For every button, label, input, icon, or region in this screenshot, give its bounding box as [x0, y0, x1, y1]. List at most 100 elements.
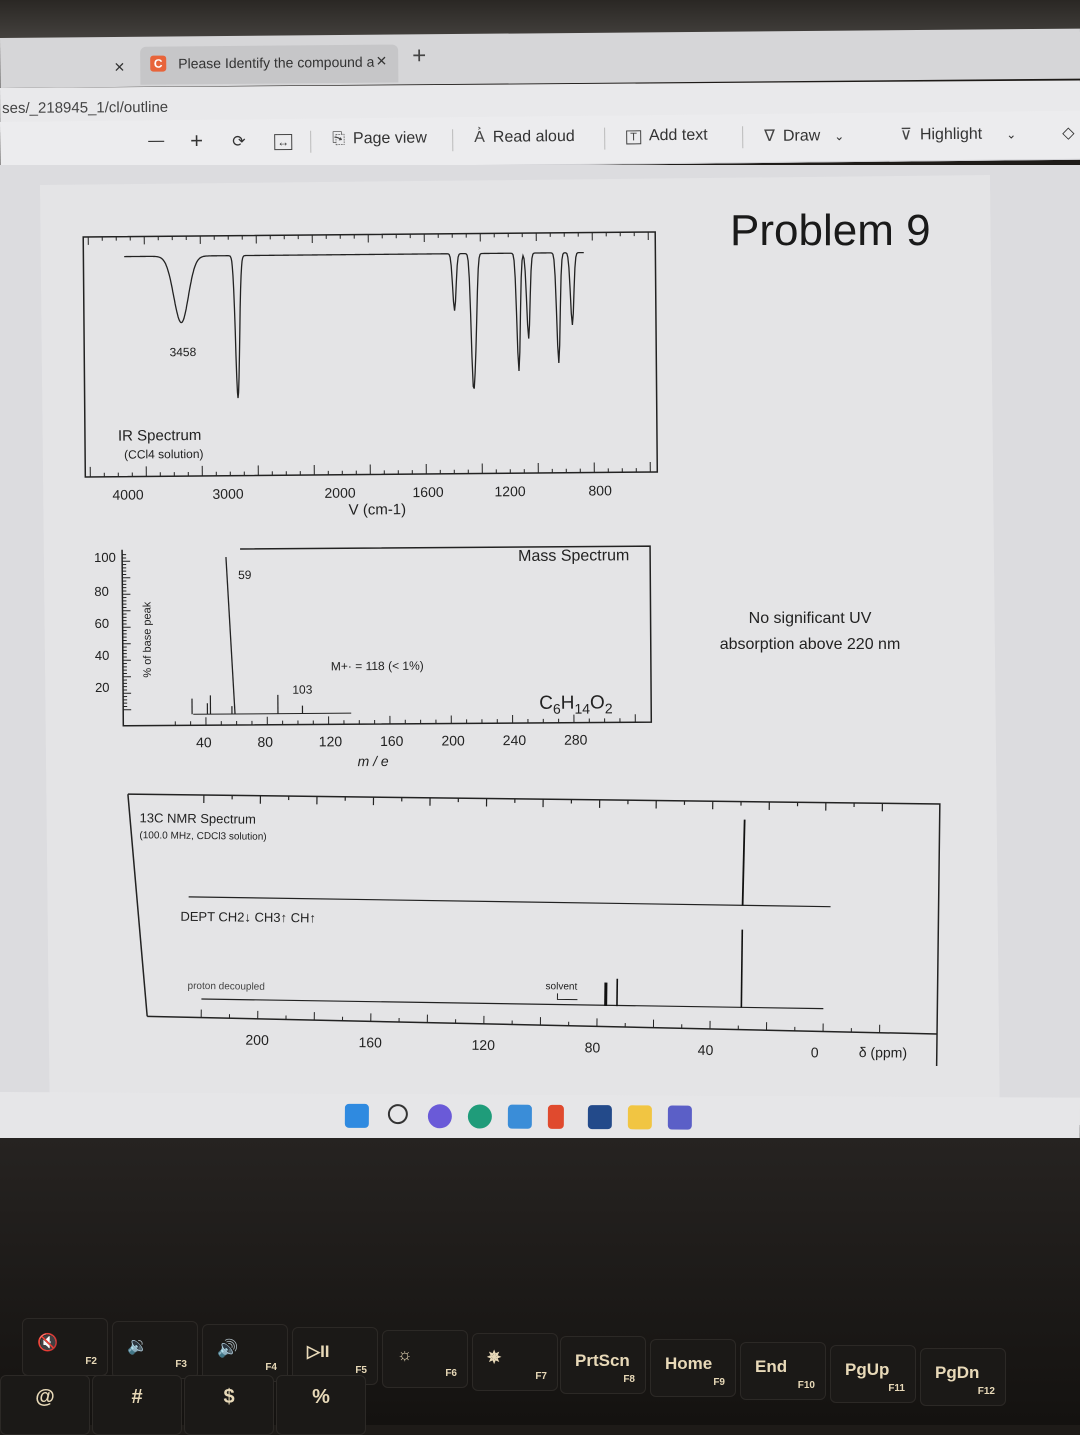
page-view-label: Page view: [353, 130, 427, 148]
solvent-arrow-icon: [557, 993, 577, 999]
nmr-subtitle: (100.0 MHz, CDCl3 solution): [139, 830, 266, 843]
ir-subtitle: (CCl4 solution): [124, 447, 203, 462]
url-text[interactable]: ses/_218945_1/cl/outline: [2, 99, 168, 117]
add-text-label: Add text: [649, 127, 708, 145]
highlight-button[interactable]: ⊽Highlight⌄: [900, 123, 1016, 144]
ms-y-tick-label: 60: [95, 616, 110, 631]
nmr-x-axis-label: δ (ppm): [859, 1044, 907, 1061]
ir-x-axis-label: V (cm-1): [349, 501, 407, 519]
toolbar-divider: [604, 128, 605, 150]
key-label: 🔉: [127, 1336, 148, 1356]
ms-molecular-ion-note: M+· = 118 (< 1%): [331, 659, 424, 674]
problem-title: Problem 9: [730, 206, 931, 256]
key-f10[interactable]: EndF10: [740, 1342, 826, 1400]
proton-decoupled-peak: [741, 930, 742, 1008]
key-f11[interactable]: PgUpF11: [830, 1345, 916, 1403]
text-box-icon: T: [626, 130, 641, 144]
nmr-x-tick-label: 0: [811, 1044, 819, 1060]
fit-width-icon[interactable]: ↔: [274, 134, 292, 150]
read-aloud-button[interactable]: A͐Read aloud: [474, 128, 575, 147]
key-label: End: [755, 1357, 787, 1377]
key-f7[interactable]: ✵F7: [472, 1333, 558, 1391]
nmr-x-tick-label: 160: [358, 1034, 382, 1050]
ms-y-axis-label: % of base peak: [141, 601, 154, 677]
key-symbol[interactable]: #: [92, 1375, 182, 1435]
toolbar-divider: [310, 131, 311, 153]
edge-icon[interactable]: [468, 1104, 492, 1128]
browser-tab-active[interactable]: C Please Identify the compound ar ×: [140, 45, 398, 85]
ms-peak-label: 59: [238, 568, 252, 582]
ir-x-tick-label: 800: [588, 482, 612, 498]
key-f8[interactable]: PrtScn F8: [560, 1336, 646, 1394]
key-fn-label: F2: [85, 1356, 97, 1367]
start-icon[interactable]: [345, 1104, 369, 1128]
key-symbol[interactable]: @: [0, 1375, 90, 1435]
key-label: ☼: [397, 1345, 413, 1365]
chat-icon[interactable]: [428, 1104, 452, 1128]
key-fn-label: F9: [713, 1377, 725, 1388]
key-f3[interactable]: 🔉 F3: [112, 1321, 198, 1379]
draw-button[interactable]: ∇Draw⌄: [764, 125, 844, 146]
mail-icon[interactable]: [508, 1105, 532, 1129]
key-f12[interactable]: PgDnF12: [920, 1348, 1006, 1406]
rotate-icon[interactable]: ⟳: [232, 131, 246, 151]
ir-x-tick-label: 2000: [324, 485, 355, 501]
dept-peak: [743, 820, 745, 906]
ir-peak-label: 3458: [169, 345, 196, 359]
teams-icon[interactable]: [668, 1105, 692, 1129]
new-tab-button[interactable]: +: [412, 42, 426, 70]
key-label: PrtScn: [575, 1351, 630, 1371]
ms-y-tick-label: 100: [94, 550, 116, 565]
toolbar-divider: [452, 129, 453, 151]
key-f6[interactable]: ☼ F6: [382, 1330, 468, 1388]
key-fn-label: F7: [535, 1371, 547, 1382]
ir-x-tick-label: 4000: [112, 486, 143, 502]
windows-taskbar: [0, 1092, 1080, 1144]
ms-formula: C6H14O2: [539, 692, 613, 717]
key-label: 🔊: [217, 1339, 238, 1359]
ms-peak-label: 103: [292, 683, 312, 697]
page-view-icon: ⎘: [332, 130, 345, 148]
chevron-down-icon[interactable]: ⌄: [834, 129, 844, 143]
dept-label: DEPT CH2↓ CH3↑ CH↑: [180, 909, 316, 926]
ms-x-tick-label: 280: [564, 732, 588, 748]
key-symbol[interactable]: %: [276, 1375, 366, 1435]
zoom-in-button[interactable]: +: [190, 128, 203, 154]
key-label: ▷II: [307, 1342, 330, 1362]
nmr-title: 13C NMR Spectrum: [140, 810, 256, 826]
pdf-toolbar: — + ⟳ ↔ ⎘ Page view A͐Read aloud T Add tex…: [0, 111, 1080, 171]
key-f2[interactable]: 🔇F2: [22, 1318, 108, 1376]
ir-spectrum-chart: 3458 IR Spectrum (CCl4 solution) 4000300…: [78, 212, 668, 532]
chevron-down-icon[interactable]: ⌄: [1006, 127, 1016, 141]
office-icon[interactable]: [548, 1105, 564, 1129]
key-symbol[interactable]: $: [184, 1375, 274, 1435]
site-favicon-icon: C: [150, 56, 166, 72]
key-fn-label: F8: [623, 1374, 635, 1385]
page-view-button[interactable]: ⎘ Page view: [332, 130, 427, 149]
key-label: Home: [665, 1354, 712, 1374]
file-explorer-icon[interactable]: [628, 1105, 652, 1129]
ir-x-tick-label: 1200: [494, 483, 525, 499]
key-fn-label: F6: [445, 1368, 457, 1379]
add-text-button[interactable]: T Add text: [626, 127, 708, 146]
key-fn-label: F3: [175, 1359, 187, 1370]
tab-title: Please Identify the compound ar: [178, 54, 374, 72]
store-icon[interactable]: [588, 1105, 612, 1129]
eraser-icon[interactable]: ◇: [1062, 123, 1075, 143]
close-tab-button[interactable]: ×: [376, 51, 387, 72]
zoom-out-button[interactable]: —: [148, 132, 164, 150]
toolbar-divider: [742, 126, 743, 148]
ir-x-tick-label: 3000: [212, 486, 243, 502]
key-f4[interactable]: 🔊 F4: [202, 1324, 288, 1382]
key-f9[interactable]: HomeF9: [650, 1339, 736, 1397]
ms-x-tick-label: 80: [257, 734, 273, 750]
ms-x-tick-label: 120: [319, 733, 343, 749]
draw-label: Draw: [783, 127, 821, 144]
nmr-x-tick-label: 40: [698, 1042, 714, 1058]
search-icon[interactable]: [388, 1104, 408, 1124]
close-previous-tab-button[interactable]: ×: [114, 57, 125, 78]
nmr-x-tick-label: 200: [245, 1032, 269, 1048]
ms-title: Mass Spectrum: [518, 547, 629, 565]
uv-note-line-2: absorption above 220 nm: [705, 632, 915, 658]
key-fn-label: F4: [265, 1362, 277, 1373]
